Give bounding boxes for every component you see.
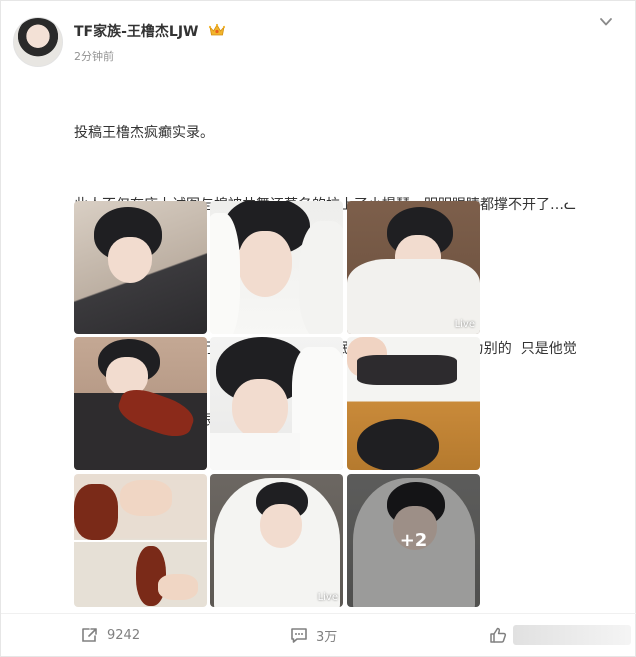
- photo-pillow-face[interactable]: [210, 201, 343, 334]
- more-images-count[interactable]: +2: [347, 474, 480, 607]
- live-badge: Live: [454, 319, 475, 330]
- photo-blanket-hood[interactable]: Live: [210, 474, 343, 607]
- comment-button[interactable]: 3万: [290, 625, 337, 645]
- footer-divider: [1, 613, 636, 614]
- post-timestamp[interactable]: 2分钟前: [74, 48, 114, 64]
- photo-violin-play[interactable]: [74, 337, 207, 470]
- share-count: 9242: [107, 627, 141, 643]
- chevron-down-icon[interactable]: [598, 16, 614, 28]
- comment-icon: [291, 628, 307, 643]
- watermark-overlay: [513, 625, 631, 645]
- photo-arm-rest[interactable]: [347, 337, 480, 470]
- avatar[interactable]: [13, 17, 63, 67]
- crown-badge-icon: [208, 23, 226, 36]
- share-icon: [82, 628, 97, 642]
- image-grid: Live Live +2: [74, 201, 480, 607]
- photo-blanket-wrap[interactable]: Live: [347, 201, 480, 334]
- live-badge: Live: [317, 592, 338, 603]
- photo-violin-closeup[interactable]: [74, 474, 207, 607]
- photo-blanket-more[interactable]: +2: [347, 474, 480, 607]
- comment-count: 3万: [316, 629, 338, 645]
- share-button[interactable]: 9242: [81, 625, 140, 645]
- username[interactable]: TF家族-王橹杰LJW: [74, 21, 199, 41]
- photo-lying-pillow[interactable]: [74, 201, 207, 334]
- photo-lying-side[interactable]: [210, 337, 343, 470]
- like-button[interactable]: [489, 625, 515, 645]
- post-text-line: 投稿王橹杰疯癫实录。: [74, 125, 214, 141]
- post-card: TF家族-王橹杰LJW 2分钟前 投稿王橹杰疯癫实录。 此人不仅在床上试图与棉被…: [0, 0, 636, 657]
- like-icon: [490, 627, 507, 643]
